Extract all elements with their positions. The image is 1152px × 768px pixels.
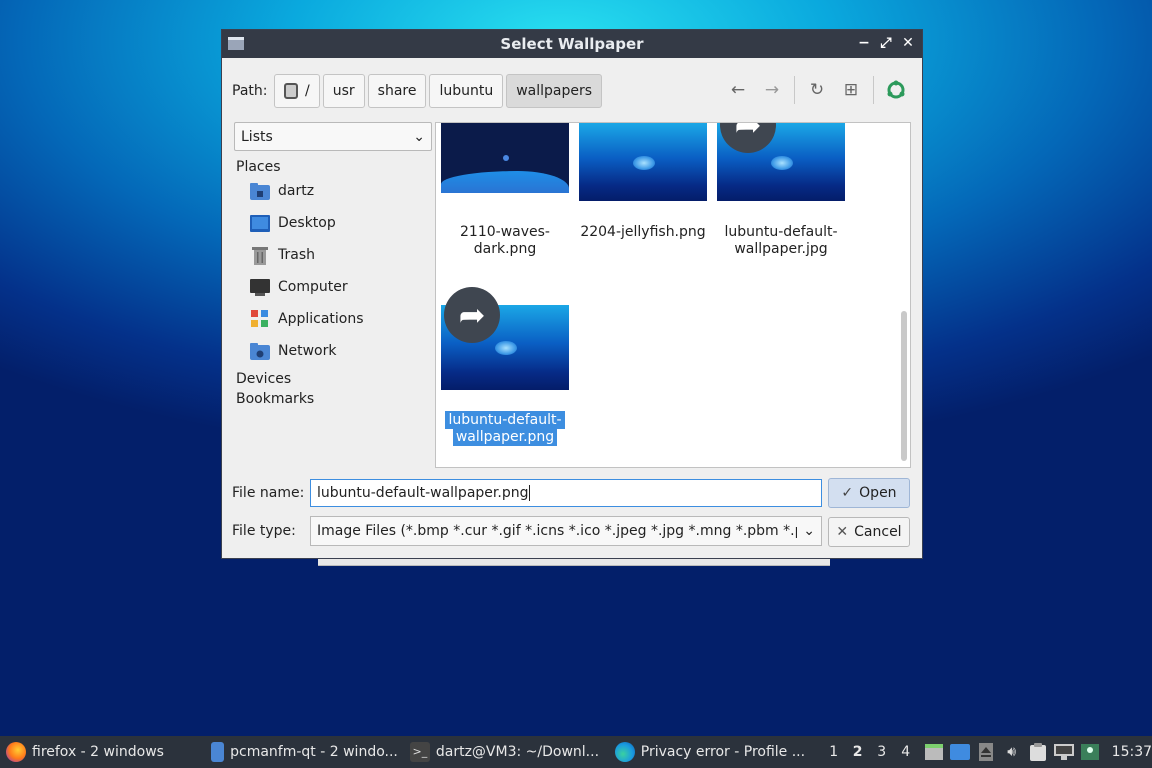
open-button[interactable]: ✓ Open xyxy=(828,478,910,508)
vertical-scrollbar[interactable] xyxy=(901,311,907,461)
task-pcmanfm[interactable]: pcmanfm-qt - 2 windo... xyxy=(205,736,404,768)
system-tray: 🔊︎ xyxy=(924,743,1100,761)
trash-icon xyxy=(250,246,270,265)
crumb-lubuntu[interactable]: lubuntu xyxy=(429,74,504,108)
home-folder-icon xyxy=(250,182,270,200)
view-mode-select[interactable]: Lists ⌄ xyxy=(234,122,432,151)
file-item[interactable]: 2110-waves- dark.png xyxy=(440,123,570,273)
edge-icon xyxy=(614,742,635,762)
window-app-icon xyxy=(228,37,244,50)
file-name: 2110-waves- dark.png xyxy=(460,224,550,257)
breadcrumb: Path: / usr share lubuntu wallpapers xyxy=(232,74,605,108)
filetype-label: File type: xyxy=(232,523,296,539)
desktop-1[interactable]: 1 xyxy=(822,744,846,760)
crumb-share[interactable]: share xyxy=(367,74,427,108)
close-icon: ✕ xyxy=(836,524,849,540)
section-devices[interactable]: Devices xyxy=(236,371,432,387)
reload-icon[interactable]: ↻ xyxy=(803,76,831,104)
task-firefox[interactable]: firefox - 2 windows xyxy=(0,736,205,768)
computer-icon xyxy=(250,278,270,296)
drive-icon xyxy=(284,83,298,99)
section-places[interactable]: Places xyxy=(236,159,432,175)
volume-icon[interactable]: 🔊︎ xyxy=(1002,743,1022,761)
section-bookmarks[interactable]: Bookmarks xyxy=(236,391,432,407)
minimize-button[interactable]: − xyxy=(856,34,872,52)
file-view[interactable]: 2110-waves- dark.png 2204-jellyfish.png … xyxy=(435,122,911,468)
network-folder-icon xyxy=(250,342,270,360)
sidebar-item-computer[interactable]: Computer xyxy=(234,271,432,303)
maximize-button[interactable]: ⤢ xyxy=(878,34,894,52)
task-terminal[interactable]: >_ dartz@VM3: ~/Downl... xyxy=(404,736,609,768)
sidebar-item-network[interactable]: Network xyxy=(234,335,432,367)
folder-icon xyxy=(210,742,225,762)
toolbar-divider xyxy=(873,76,874,104)
background-window-edge xyxy=(318,559,830,566)
new-folder-icon[interactable]: ⊞ xyxy=(837,76,865,104)
desktop-icon xyxy=(250,214,270,232)
crumb-root[interactable]: / xyxy=(274,74,320,108)
filename-label: File name: xyxy=(232,485,305,501)
clipboard-icon[interactable] xyxy=(1028,743,1048,761)
sidebar-item-dartz[interactable]: dartz xyxy=(234,175,432,207)
path-label: Path: xyxy=(232,83,268,99)
forward-arrow-icon[interactable]: → xyxy=(758,76,786,104)
places-sidebar: Lists ⌄ Places dartz Desktop Trash Compu… xyxy=(234,122,432,407)
file-item-selected[interactable]: ➦ lubuntu-default- wallpaper.png xyxy=(440,287,570,458)
file-item[interactable]: ➦ lubuntu-default- wallpaper.jpg xyxy=(716,123,846,273)
desktop-2[interactable]: 2 xyxy=(846,744,870,760)
recycle-icon[interactable] xyxy=(882,76,910,104)
chevron-down-icon: ⌄ xyxy=(413,128,425,145)
symlink-arrow-icon: ➦ xyxy=(444,287,500,343)
filename-row: File name: lubuntu-default-wallpaper.png xyxy=(232,479,822,507)
crumb-wallpapers[interactable]: wallpapers xyxy=(506,74,603,108)
show-desktop-icon[interactable] xyxy=(949,743,970,761)
sidebar-item-trash[interactable]: Trash xyxy=(234,239,432,271)
back-arrow-icon[interactable]: ← xyxy=(724,76,752,104)
desktop-4[interactable]: 4 xyxy=(894,744,918,760)
cancel-button[interactable]: ✕ Cancel xyxy=(828,517,910,547)
firefox-icon xyxy=(6,742,26,762)
dialog-titlebar[interactable]: Select Wallpaper − ⤢ ✕ xyxy=(222,30,922,58)
file-name: 2204-jellyfish.png xyxy=(580,224,706,240)
desktop-switcher: 1 2 3 4 xyxy=(822,744,918,760)
notification-icon[interactable] xyxy=(1080,743,1100,761)
toolbar-divider xyxy=(794,76,795,104)
thumbnail xyxy=(579,123,707,201)
file-name: lubuntu-default- wallpaper.png xyxy=(440,411,570,446)
sidebar-item-desktop[interactable]: Desktop xyxy=(234,207,432,239)
chevron-down-icon: ⌄ xyxy=(803,523,815,539)
dialog-toolbar: ← → ↻ ⊞ xyxy=(718,76,910,104)
network-icon[interactable] xyxy=(1053,743,1074,761)
filename-input[interactable]: lubuntu-default-wallpaper.png xyxy=(310,479,822,507)
thumbnail xyxy=(441,123,569,193)
desktop-3[interactable]: 3 xyxy=(870,744,894,760)
close-button[interactable]: ✕ xyxy=(900,34,916,52)
select-wallpaper-dialog: Select Wallpaper − ⤢ ✕ Path: / usr share… xyxy=(221,29,923,559)
clock[interactable]: 15:37 xyxy=(1112,744,1152,760)
sidebar-item-applications[interactable]: Applications xyxy=(234,303,432,335)
task-browser[interactable]: Privacy error - Profile ... xyxy=(609,736,814,768)
applications-icon xyxy=(250,310,270,328)
file-manager-tray-icon[interactable] xyxy=(924,743,944,761)
crumb-usr[interactable]: usr xyxy=(322,74,365,108)
check-icon: ✓ xyxy=(841,485,854,501)
file-item[interactable]: 2204-jellyfish.png xyxy=(578,123,708,273)
dialog-title: Select Wallpaper xyxy=(500,35,644,53)
filetype-select[interactable]: Image Files (*.bmp *.cur *.gif *.icns *.… xyxy=(310,516,822,546)
filetype-row: File type: Image Files (*.bmp *.cur *.gi… xyxy=(232,516,822,546)
taskbar: firefox - 2 windows pcmanfm-qt - 2 windo… xyxy=(0,736,1152,768)
terminal-icon: >_ xyxy=(409,742,430,762)
eject-icon[interactable] xyxy=(976,743,996,761)
file-name: lubuntu-default- wallpaper.jpg xyxy=(724,224,838,257)
